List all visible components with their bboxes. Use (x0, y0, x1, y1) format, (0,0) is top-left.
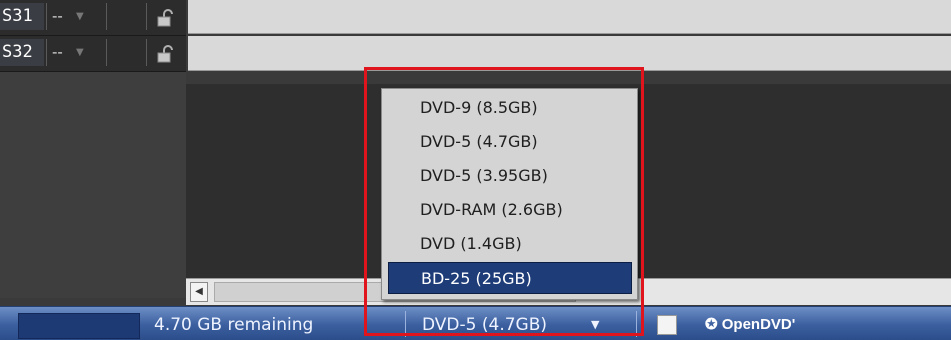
track-row-s31[interactable]: S31 -- ▼ (0, 0, 186, 36)
track-header-column: S31 -- ▼ S32 -- ▼ (0, 0, 186, 298)
timeline-lane-s32[interactable] (188, 36, 951, 71)
menu-item-bd25[interactable]: BD-25 (25GB) (388, 262, 632, 294)
lock-icon[interactable] (156, 44, 176, 64)
divider (405, 311, 406, 337)
capacity-meter (18, 313, 140, 339)
menu-item-dvd-ram[interactable]: DVD-RAM (2.6GB) (388, 194, 632, 226)
opendvd-logo-icon: ✪ (705, 316, 718, 333)
divider (46, 39, 47, 66)
arrow-left-icon[interactable]: ◀ (190, 282, 208, 302)
chevron-down-icon[interactable]: ▼ (591, 315, 599, 335)
lock-icon[interactable] (156, 8, 176, 28)
track-name: S31 (0, 3, 44, 30)
menu-item-dvd9[interactable]: DVD-9 (8.5GB) (388, 92, 632, 124)
divider (146, 3, 147, 30)
chevron-down-icon[interactable]: ▼ (76, 3, 84, 30)
track-row-s32[interactable]: S32 -- ▼ (0, 36, 186, 72)
app-window: S31 -- ▼ S32 -- ▼ ◀ 4.70 GB remaining DV… (0, 0, 951, 340)
track-value-select[interactable]: -- (52, 39, 63, 66)
divider (636, 311, 637, 337)
remaining-space-label: 4.70 GB remaining (154, 315, 314, 335)
menu-item-dvd5-47[interactable]: DVD-5 (4.7GB) (388, 126, 632, 158)
track-value-select[interactable]: -- (52, 3, 63, 30)
track-name: S32 (0, 39, 44, 66)
disc-size-dropdown-menu: DVD-9 (8.5GB) DVD-5 (4.7GB) DVD-5 (3.95G… (381, 88, 638, 300)
disc-size-select[interactable]: DVD-5 (4.7GB) (422, 313, 547, 337)
timeline-lane-s31[interactable] (188, 0, 951, 34)
divider (146, 39, 147, 66)
logo-text: OpenDVD' (721, 316, 796, 333)
status-bar: 4.70 GB remaining DVD-5 (4.7GB) ▼ ✪ Open… (0, 306, 951, 340)
menu-item-dvd-14[interactable]: DVD (1.4GB) (388, 228, 632, 260)
chevron-down-icon[interactable]: ▼ (76, 39, 84, 66)
opendvd-logo: ✪ OpenDVD' (705, 314, 795, 336)
option-checkbox[interactable] (657, 315, 677, 335)
divider (46, 3, 47, 30)
menu-item-dvd5-395[interactable]: DVD-5 (3.95GB) (388, 160, 632, 192)
divider (106, 39, 107, 66)
divider (106, 3, 107, 30)
